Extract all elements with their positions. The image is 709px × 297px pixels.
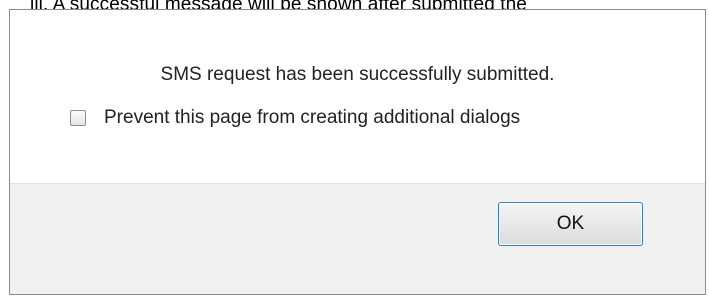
prevent-dialogs-checkbox[interactable]	[70, 110, 86, 126]
prevent-dialogs-option[interactable]: Prevent this page from creating addition…	[70, 107, 520, 129]
dialog-body: SMS request has been successfully submit…	[10, 10, 705, 183]
ok-button[interactable]: OK	[498, 202, 643, 246]
prevent-dialogs-label[interactable]: Prevent this page from creating addition…	[104, 107, 520, 129]
alert-dialog: SMS request has been successfully submit…	[9, 9, 706, 295]
dialog-message: SMS request has been successfully submit…	[160, 64, 555, 85]
